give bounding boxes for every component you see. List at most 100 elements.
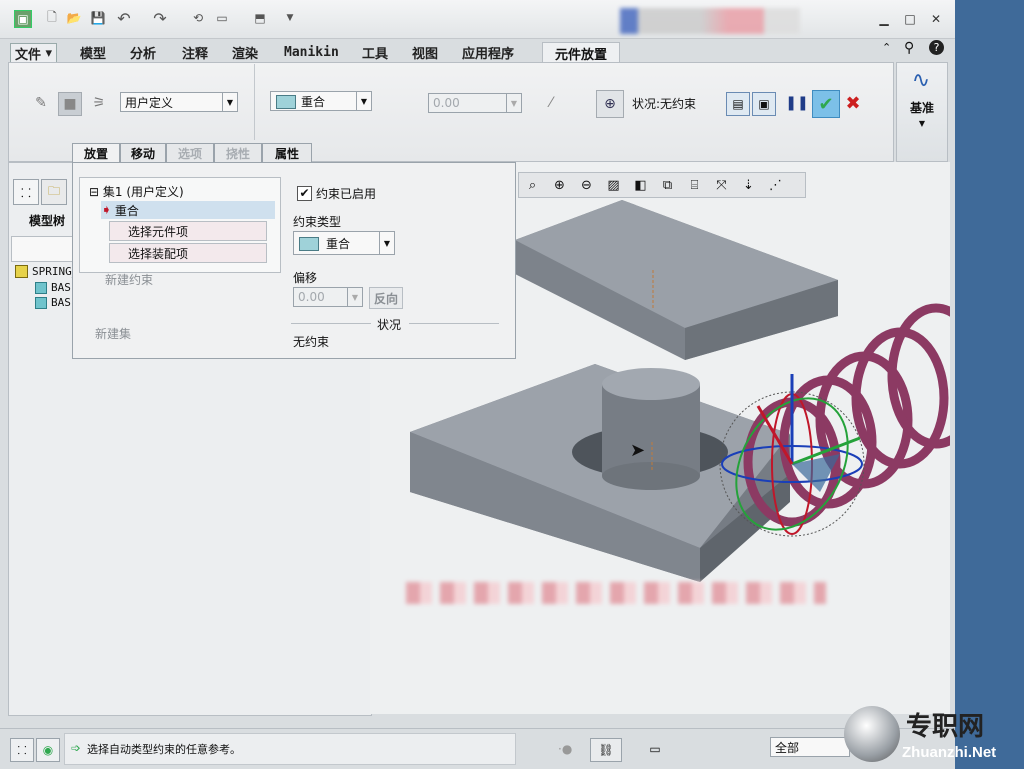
tree-filter-box[interactable]	[11, 236, 73, 262]
zoom-out-icon[interactable]: ⊖	[573, 173, 600, 197]
maximize-icon[interactable]: □	[902, 11, 918, 27]
constraint-type-select[interactable]: 重合 ▼	[270, 91, 372, 111]
view-toolbar: ⌕ ⊕ ⊖ ▨ ◧ ⧉ ⌸ ⤧ ⇣ ⋰	[518, 172, 806, 198]
tree-item[interactable]: BAS	[35, 281, 71, 294]
cancel-x-icon[interactable]: ✖	[842, 92, 864, 114]
model-tree-label: 模型树	[29, 214, 66, 228]
offset-field-value: 0.00	[298, 290, 325, 304]
minimize-icon[interactable]: ▁	[876, 11, 892, 27]
chevron-down-icon: ▼	[347, 288, 362, 306]
model-tree-tab-icon[interactable]: ⸬	[13, 179, 39, 205]
model-tree-toggle-icon[interactable]: ⸬	[10, 738, 34, 762]
tree-item[interactable]: BAS	[35, 296, 71, 309]
customize-toolbar-icon[interactable]: ▼	[282, 10, 298, 26]
menu-tools[interactable]: 工具	[362, 43, 388, 62]
menu-applications[interactable]: 应用程序	[462, 43, 514, 62]
chevron-down-icon: ▼	[356, 92, 371, 110]
menu-annotate[interactable]: 注释	[182, 43, 208, 62]
app-logo-icon: ▣	[14, 10, 32, 28]
tree-item-label: BAS	[51, 281, 71, 294]
subtab-placement[interactable]: 放置	[72, 143, 120, 163]
menu-model[interactable]: 模型	[80, 43, 106, 62]
tree-root[interactable]: SPRING_	[15, 265, 78, 278]
constraint-type-value: 重合	[301, 94, 326, 109]
menu-view[interactable]: 视图	[412, 43, 438, 62]
undo-icon[interactable]: ↶	[116, 9, 132, 28]
close-icon[interactable]: ✕	[928, 11, 944, 27]
search-icon[interactable]: ⚲	[904, 40, 914, 56]
annotation-display-icon[interactable]: ⋰	[762, 173, 789, 197]
open-file-icon[interactable]: 📂	[66, 10, 82, 26]
browser-toggle-icon[interactable]: ◉	[36, 738, 60, 762]
pause-icon[interactable]: ❚❚	[785, 92, 808, 114]
regenerate-icon[interactable]: ⟲	[190, 10, 206, 26]
selection-filter-icon[interactable]: ▭	[640, 738, 670, 760]
status-bar: ⸬ ◉ ➩ 选择自动类型约束的任意参考。 ·● ⛓ ▭ 全部	[0, 728, 955, 769]
smart-selection-icon[interactable]: ·●	[558, 742, 572, 756]
zoom-in-icon[interactable]: ⊕	[546, 173, 573, 197]
select-assembly-item[interactable]: 选择装配项	[109, 243, 267, 263]
offset-field[interactable]: 0.00 ▼	[293, 287, 363, 307]
datum-display-icon[interactable]: ⤧	[708, 173, 735, 197]
subtab-move[interactable]: 移动	[120, 143, 166, 163]
edit-constraint-icon[interactable]: ✎	[30, 92, 52, 114]
offset-label: 偏移	[293, 271, 318, 285]
divider	[254, 64, 255, 140]
new-file-icon[interactable]: 🗋	[44, 10, 60, 26]
windows-icon[interactable]: ▭	[214, 10, 230, 26]
constraint-type-label: 约束类型	[293, 215, 342, 229]
repaint-icon[interactable]: ▨	[600, 173, 627, 197]
message-area: ➩ 选择自动类型约束的任意参考。	[64, 733, 516, 765]
menu-manikin[interactable]: Manikin	[284, 43, 339, 61]
menu-render[interactable]: 渲染	[232, 43, 258, 62]
tree-item-label: BAS	[51, 296, 71, 309]
subtab-options: 选项	[166, 143, 214, 163]
confirm-check-icon[interactable]: ✔	[812, 90, 840, 118]
new-set-link[interactable]: 新建集	[95, 325, 131, 342]
close-window-icon[interactable]: ⬒	[252, 10, 268, 26]
new-constraint-link[interactable]: 新建约束	[105, 271, 153, 288]
constraint-type-dropdown[interactable]: 重合 ▼	[293, 231, 395, 255]
spin-center-icon[interactable]: ⇣	[735, 173, 762, 197]
datum-group[interactable]: ∿ 基准 ▼	[896, 62, 948, 162]
redo-icon[interactable]: ↷	[152, 9, 168, 28]
tab-component-placement[interactable]: 元件放置	[542, 42, 620, 64]
status-label: 状况	[377, 318, 402, 332]
collapse-ribbon-icon[interactable]: ⌃	[882, 41, 891, 54]
subtab-properties[interactable]: 属性	[262, 143, 312, 163]
watermark-text: 专职网	[906, 712, 985, 742]
constraint-enabled-checkbox[interactable]: ✔ 约束已启用	[297, 185, 376, 202]
refit-icon[interactable]: ⌕	[519, 173, 546, 197]
boss-top	[602, 368, 700, 400]
menu-file[interactable]: 文件 ▾	[10, 43, 58, 63]
constraint-set[interactable]: ⊟ 集1 (用户定义)	[89, 183, 184, 200]
select-component-item[interactable]: 选择元件项	[109, 221, 267, 241]
display-style-icon[interactable]: ◧	[627, 173, 654, 197]
mechanism-connection-icon[interactable]: ⚞	[88, 92, 110, 114]
separate-window-icon[interactable]: ▤	[726, 92, 750, 116]
status-message: 选择自动类型约束的任意参考。	[87, 743, 241, 756]
flip-offset-icon[interactable]: ⁄	[540, 92, 562, 114]
constraint-item[interactable]: ➧ 重合	[101, 201, 275, 219]
title-bar: ▣ 🗋 📂 💾 ↶ ↷ ⟲ ▭ ⬒ ▼ ▁ □ ✕	[0, 0, 955, 39]
find-icon[interactable]: ⛓	[590, 738, 622, 762]
assembly-window-icon[interactable]: ▣	[752, 92, 776, 116]
saved-orientations-icon[interactable]: ⧉	[654, 173, 681, 197]
move-component-icon[interactable]: ⊕	[596, 90, 624, 118]
menu-analysis[interactable]: 分析	[130, 43, 156, 62]
title-text-redacted	[620, 8, 800, 34]
offset-input[interactable]: 0.00 ▼	[428, 93, 522, 113]
watermark-logo-icon	[844, 706, 900, 762]
constraint-set-select[interactable]: 用户定义 ▼	[120, 92, 238, 112]
placement-mode-icon[interactable]: ■	[58, 92, 82, 116]
view-manager-icon[interactable]: ⌸	[681, 173, 708, 197]
coincident-icon	[276, 95, 296, 109]
help-icon[interactable]: ?	[929, 40, 944, 55]
constraint-enabled-label: 约束已启用	[316, 187, 377, 201]
flip-button[interactable]: 反向	[369, 287, 403, 309]
folder-browser-tab-icon[interactable]: 🗀	[41, 179, 67, 205]
save-icon[interactable]: 💾	[90, 10, 106, 26]
chevron-down-icon: ▼	[222, 93, 237, 111]
filter-select[interactable]: 全部	[770, 737, 850, 757]
constraint-type-dropdown-value: 重合	[326, 236, 351, 251]
